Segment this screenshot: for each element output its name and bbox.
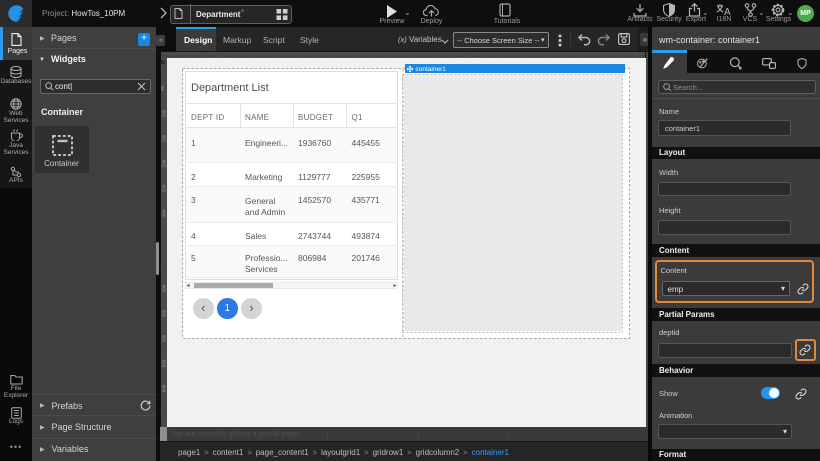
svg-text:A: A [724,7,731,16]
